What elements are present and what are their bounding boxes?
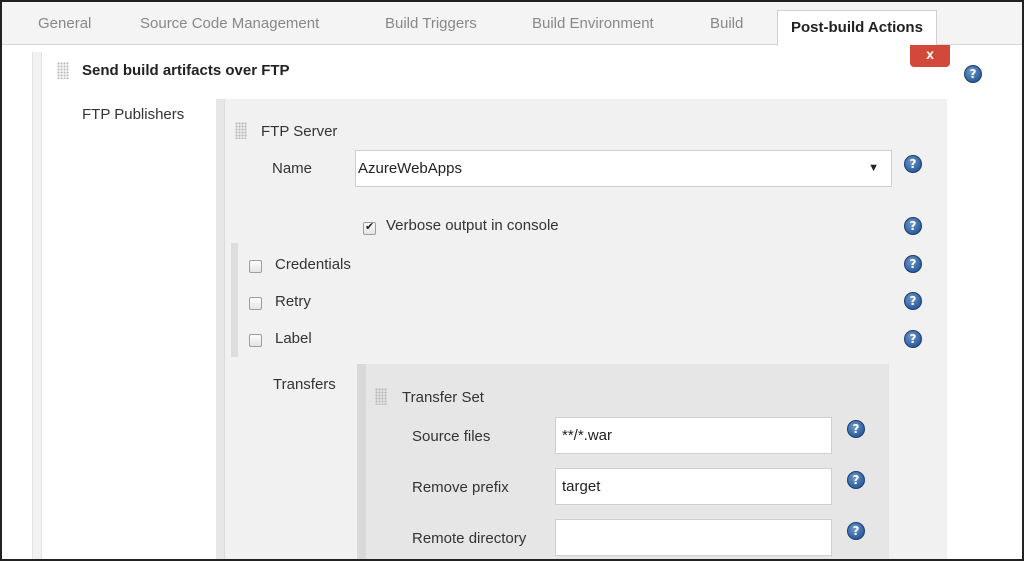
- advanced-options-bar: [231, 243, 238, 357]
- section-title: Send build artifacts over FTP: [82, 62, 290, 79]
- remote-directory-label: Remote directory: [412, 530, 527, 547]
- help-icon[interactable]: ?: [904, 255, 922, 273]
- tab-source-code-management[interactable]: Source Code Management: [140, 2, 319, 45]
- tab-build[interactable]: Build: [710, 2, 743, 45]
- credentials-label: Credentials: [275, 256, 351, 273]
- transfers-label: Transfers: [273, 376, 336, 393]
- job-config-frame: General Source Code Management Build Tri…: [0, 0, 1024, 561]
- help-icon[interactable]: ?: [904, 330, 922, 348]
- help-icon[interactable]: ?: [904, 292, 922, 310]
- tab-build-environment[interactable]: Build Environment: [532, 2, 654, 45]
- remove-prefix-input[interactable]: target: [555, 468, 832, 505]
- help-icon[interactable]: ?: [904, 155, 922, 173]
- transfer-panel-left-bar: [357, 364, 366, 559]
- ftp-publishers-label: FTP Publishers: [82, 106, 185, 123]
- label-checkbox[interactable]: [249, 334, 262, 347]
- help-icon[interactable]: ?: [904, 217, 922, 235]
- tab-general[interactable]: General: [38, 2, 91, 45]
- label-option-label: Label: [275, 330, 312, 347]
- drag-handle-icon[interactable]: [235, 122, 247, 139]
- remote-directory-input[interactable]: [555, 519, 832, 556]
- source-files-label: Source files: [412, 428, 491, 445]
- ftp-server-name-value: AzureWebApps: [358, 160, 462, 177]
- delete-step-button[interactable]: x: [910, 45, 950, 67]
- credentials-checkbox[interactable]: [249, 260, 262, 273]
- ftp-server-title: FTP Server: [261, 123, 338, 140]
- drag-handle-icon[interactable]: [57, 62, 69, 79]
- tab-build-triggers[interactable]: Build Triggers: [385, 2, 477, 45]
- help-icon[interactable]: ?: [964, 65, 982, 83]
- help-icon[interactable]: ?: [847, 471, 865, 489]
- source-files-input[interactable]: **/*.war: [555, 417, 832, 454]
- retry-label: Retry: [275, 293, 311, 310]
- verbose-output-label: Verbose output in console: [386, 217, 559, 234]
- config-tab-bar: General Source Code Management Build Tri…: [2, 2, 1022, 46]
- retry-checkbox[interactable]: [249, 297, 262, 310]
- help-icon[interactable]: ?: [847, 522, 865, 540]
- ftp-server-name-select[interactable]: AzureWebApps ▼: [355, 150, 892, 187]
- name-label: Name: [272, 160, 313, 177]
- verbose-output-checkbox[interactable]: [363, 220, 376, 235]
- drag-handle-icon[interactable]: [375, 388, 387, 405]
- ftp-panel-left-bar: [216, 99, 224, 559]
- help-icon[interactable]: ?: [847, 420, 865, 438]
- section-left-bar: [32, 52, 42, 559]
- tab-post-build-actions[interactable]: Post-build Actions: [777, 10, 937, 46]
- transfer-set-title: Transfer Set: [402, 389, 484, 406]
- remove-prefix-label: Remove prefix: [412, 479, 509, 496]
- dropdown-arrow-icon: ▼: [868, 162, 879, 174]
